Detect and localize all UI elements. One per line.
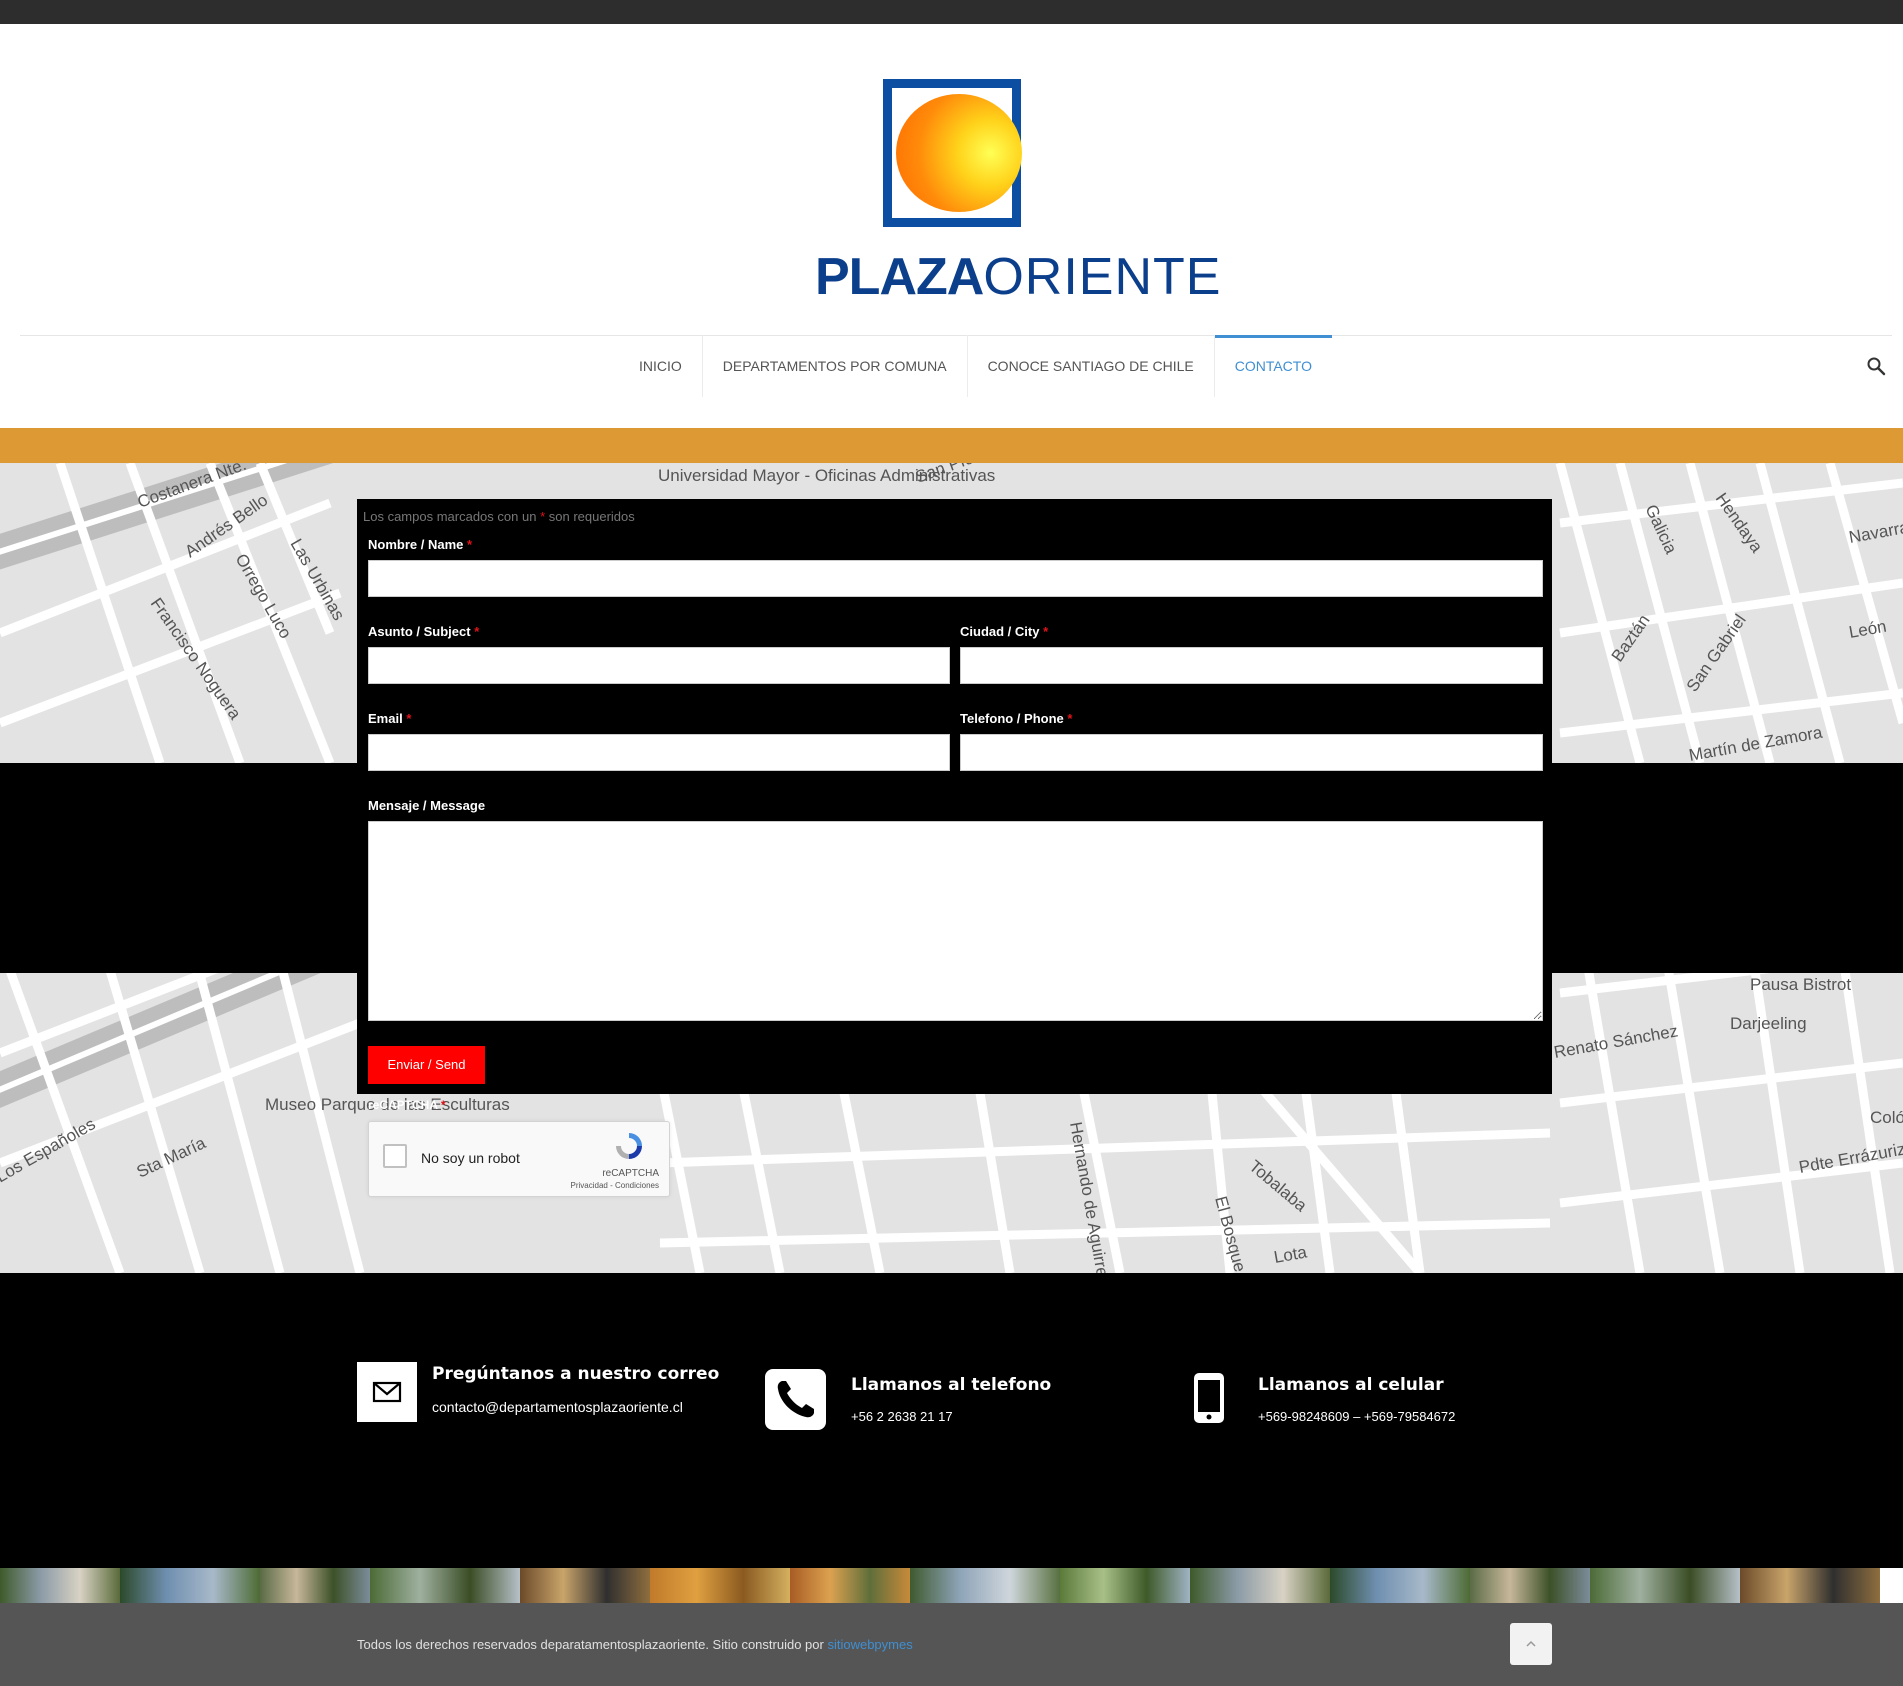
phone-label: Telefono / Phone * xyxy=(960,711,1073,726)
orange-band xyxy=(0,428,1903,463)
map-label: Darjeeling xyxy=(1730,1014,1807,1033)
email-label: Email * xyxy=(368,711,412,726)
required-note: Los campos marcados con un * son requeri… xyxy=(363,509,635,524)
contact-mobile-title: Llamanos al celular xyxy=(1258,1375,1444,1395)
footer-credit-link[interactable]: sitiowebpymes xyxy=(827,1637,912,1652)
name-field[interactable] xyxy=(368,560,1543,597)
city-label: Ciudad / City * xyxy=(960,624,1049,639)
email-field[interactable] xyxy=(368,734,950,771)
subject-label: Asunto / Subject * xyxy=(368,624,480,639)
site-logo[interactable]: PLAZAORIENTE xyxy=(815,79,1220,319)
copyright: Todos los derechos reservados deparatame… xyxy=(357,1637,913,1652)
nav-item-inicio[interactable]: INICIO xyxy=(619,335,703,397)
contact-phone-title: Llamanos al telefono xyxy=(851,1375,1052,1395)
subject-field[interactable] xyxy=(368,647,950,684)
recaptcha-checkbox-label: No soy un robot xyxy=(421,1150,520,1166)
contact-form: Los campos marcados con un * son requeri… xyxy=(357,499,1552,1094)
top-bar xyxy=(0,0,1903,24)
site-footer: Todos los derechos reservados deparatame… xyxy=(0,1603,1903,1686)
contact-phone: Llamanos al telefono +56 2 2638 21 17 xyxy=(765,1362,1065,1432)
contact-email-value[interactable]: contacto@departamentosplazaoriente.cl xyxy=(432,1399,683,1415)
recaptcha-widget: No soy un robot reCAPTCHA Privacidad - C… xyxy=(368,1121,670,1197)
nav-item-conoce-santiago[interactable]: CONOCE SANTIAGO DE CHILE xyxy=(968,335,1215,397)
contact-phone-value[interactable]: +56 2 2638 21 17 xyxy=(851,1409,953,1424)
message-label: Mensaje / Message xyxy=(368,798,486,813)
chevron-up-icon xyxy=(1526,1640,1536,1647)
logo-wordmark: PLAZAORIENTE xyxy=(815,248,1222,306)
contact-email-title: Pregúntanos a nuestro correo xyxy=(432,1364,720,1384)
submit-button[interactable]: Enviar / Send xyxy=(368,1046,485,1084)
logo-emblem xyxy=(883,79,1022,227)
recaptcha-links[interactable]: Privacidad - Condiciones xyxy=(369,1181,660,1190)
logo-sun xyxy=(896,94,1022,212)
recaptcha-label: reCAPTCHA * xyxy=(368,1098,446,1112)
main-nav: INICIO DEPARTAMENTOS POR COMUNA CONOCE S… xyxy=(619,335,1332,397)
phone-icon xyxy=(765,1369,826,1430)
phone-field[interactable] xyxy=(960,734,1543,771)
envelope-icon xyxy=(357,1362,417,1422)
recaptcha-logo-icon xyxy=(616,1133,642,1159)
contact-mobile: Llamanos al celular +569-98248609 – +569… xyxy=(1190,1362,1510,1432)
map-label: Pausa Bistrot xyxy=(1750,975,1851,994)
message-field[interactable] xyxy=(368,821,1543,1021)
recaptcha-checkbox[interactable] xyxy=(383,1144,407,1168)
search-icon[interactable] xyxy=(1866,356,1886,376)
photo-strip xyxy=(0,1568,1903,1603)
contact-email: Pregúntanos a nuestro correo contacto@de… xyxy=(357,1362,719,1432)
map-label: Coló xyxy=(1870,1108,1903,1127)
city-field[interactable] xyxy=(960,647,1543,684)
recaptcha-brand: reCAPTCHA xyxy=(602,1168,659,1179)
name-label: Nombre / Name * xyxy=(368,537,473,552)
back-to-top-button[interactable] xyxy=(1510,1623,1552,1665)
nav-item-departamentos[interactable]: DEPARTAMENTOS POR COMUNA xyxy=(703,335,968,397)
nav-item-contacto[interactable]: CONTACTO xyxy=(1214,335,1332,397)
mobile-icon xyxy=(1194,1373,1224,1423)
contact-mobile-value[interactable]: +569-98248609 – +569-79584672 xyxy=(1258,1409,1455,1424)
